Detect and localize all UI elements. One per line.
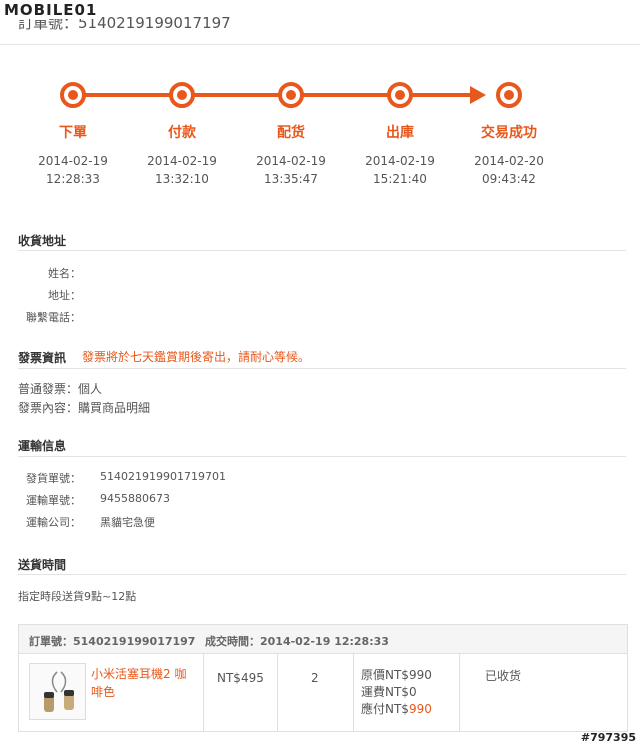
carrier-value: 黑貓宅急便 bbox=[100, 516, 155, 529]
cell-divider bbox=[277, 654, 278, 731]
section-divider bbox=[18, 574, 626, 575]
unit-price: NT$495 bbox=[217, 671, 264, 685]
invoice-notice: 發票將於七天鑑賞期後寄出，請耐心等候。 bbox=[82, 350, 311, 364]
earphone-icon bbox=[44, 671, 74, 712]
step-time: 13:35:47 bbox=[264, 172, 318, 186]
step-date: 2014-02-20 bbox=[474, 154, 544, 168]
watermark-logo: MOBILE01 bbox=[2, 1, 100, 19]
quantity: 2 bbox=[311, 671, 319, 685]
product-name-link[interactable]: 小米活塞耳機2 咖啡色 bbox=[91, 665, 197, 701]
dispatch-number-label: 發貨單號： bbox=[26, 472, 81, 485]
invoice-content: 發票內容：購買商品明細 bbox=[18, 401, 151, 415]
step-timestamp: 2014-02-19 12:28:33 bbox=[18, 152, 128, 188]
carrier-label: 運輸公司： bbox=[26, 516, 81, 529]
watermark-id: #797395 bbox=[580, 731, 636, 744]
step-label: 出庫 bbox=[386, 125, 414, 141]
order-detail-table: 訂單號：5140219199017197 成交時間：2014-02-19 12:… bbox=[18, 624, 628, 732]
step-time: 13:32:10 bbox=[155, 172, 209, 186]
address-label: 地址： bbox=[48, 289, 81, 302]
order-status: 已收货 bbox=[485, 669, 522, 683]
step-time: 12:28:33 bbox=[46, 172, 100, 186]
section-divider bbox=[18, 456, 626, 457]
dispatch-number-value: 514021919901719701 bbox=[100, 470, 226, 483]
section-divider bbox=[18, 250, 626, 251]
step-date: 2014-02-19 bbox=[147, 154, 217, 168]
step-label: 交易成功 bbox=[481, 125, 537, 141]
step-timestamp: 2014-02-20 09:43:42 bbox=[454, 152, 564, 188]
order-deal-time: 成交時間：2014-02-19 12:28:33 bbox=[205, 635, 389, 648]
delivery-time-text: 指定時段送貨9點~12點 bbox=[18, 590, 137, 603]
step-timestamp: 2014-02-19 13:32:10 bbox=[127, 152, 237, 188]
original-price: 原價NT$990 bbox=[361, 668, 432, 682]
cell-divider bbox=[459, 654, 460, 731]
amount-due-value: 990 bbox=[408, 702, 432, 716]
delivery-section-title: 送貨時間 bbox=[18, 558, 67, 572]
step-time: 15:21:40 bbox=[373, 172, 427, 186]
shipping-section-title: 運輸信息 bbox=[18, 439, 67, 453]
step-date: 2014-02-19 bbox=[256, 154, 326, 168]
amount-due-label: 應付NT$ bbox=[361, 702, 409, 716]
invoice-section-title: 發票資訊 bbox=[18, 351, 67, 365]
step-date: 2014-02-19 bbox=[38, 154, 108, 168]
cell-divider bbox=[353, 654, 354, 731]
step-label: 付款 bbox=[168, 125, 196, 141]
step-label: 配货 bbox=[277, 125, 305, 141]
step-time: 09:43:42 bbox=[482, 172, 536, 186]
progress-step-shipped: 出庫 2014-02-19 15:21:40 bbox=[345, 82, 455, 188]
progress-step-order: 下單 2014-02-19 12:28:33 bbox=[18, 82, 128, 188]
tracking-number-value: 9455880673 bbox=[100, 492, 170, 505]
step-label: 下單 bbox=[59, 125, 87, 141]
invoice-type: 普通發票：個人 bbox=[18, 382, 103, 396]
shipping-fee: 運費NT$0 bbox=[361, 685, 417, 699]
step-date: 2014-02-19 bbox=[365, 154, 435, 168]
step-timestamp: 2014-02-19 15:21:40 bbox=[345, 152, 455, 188]
order-detail-header: 訂單號：5140219199017197 成交時間：2014-02-19 12:… bbox=[19, 625, 627, 654]
amount-due: 應付NT$990 bbox=[361, 701, 432, 718]
progress-step-complete: 交易成功 2014-02-20 09:43:42 bbox=[454, 82, 564, 188]
price-summary: 原價NT$990 運費NT$0 應付NT$990 bbox=[361, 667, 432, 718]
progress-step-picking: 配货 2014-02-19 13:35:47 bbox=[236, 82, 346, 188]
tracking-number-label: 運輸單號： bbox=[26, 494, 81, 507]
address-section-title: 收貨地址 bbox=[18, 234, 67, 248]
order-progress-tracker: 下單 2014-02-19 12:28:33 付款 2014-02-19 13:… bbox=[0, 70, 640, 190]
step-dot-icon bbox=[278, 82, 304, 108]
step-dot-icon bbox=[496, 82, 522, 108]
section-divider bbox=[18, 368, 626, 369]
order-detail-number: 訂單號：5140219199017197 bbox=[29, 635, 196, 648]
phone-label: 聯繫電話： bbox=[26, 311, 81, 324]
name-label: 姓名： bbox=[48, 267, 81, 280]
progress-step-payment: 付款 2014-02-19 13:32:10 bbox=[127, 82, 237, 188]
step-dot-icon bbox=[169, 82, 195, 108]
step-timestamp: 2014-02-19 13:35:47 bbox=[236, 152, 346, 188]
step-dot-icon bbox=[387, 82, 413, 108]
header-divider bbox=[0, 44, 640, 45]
cell-divider bbox=[203, 654, 204, 731]
product-thumbnail[interactable] bbox=[29, 663, 86, 720]
step-dot-icon bbox=[60, 82, 86, 108]
